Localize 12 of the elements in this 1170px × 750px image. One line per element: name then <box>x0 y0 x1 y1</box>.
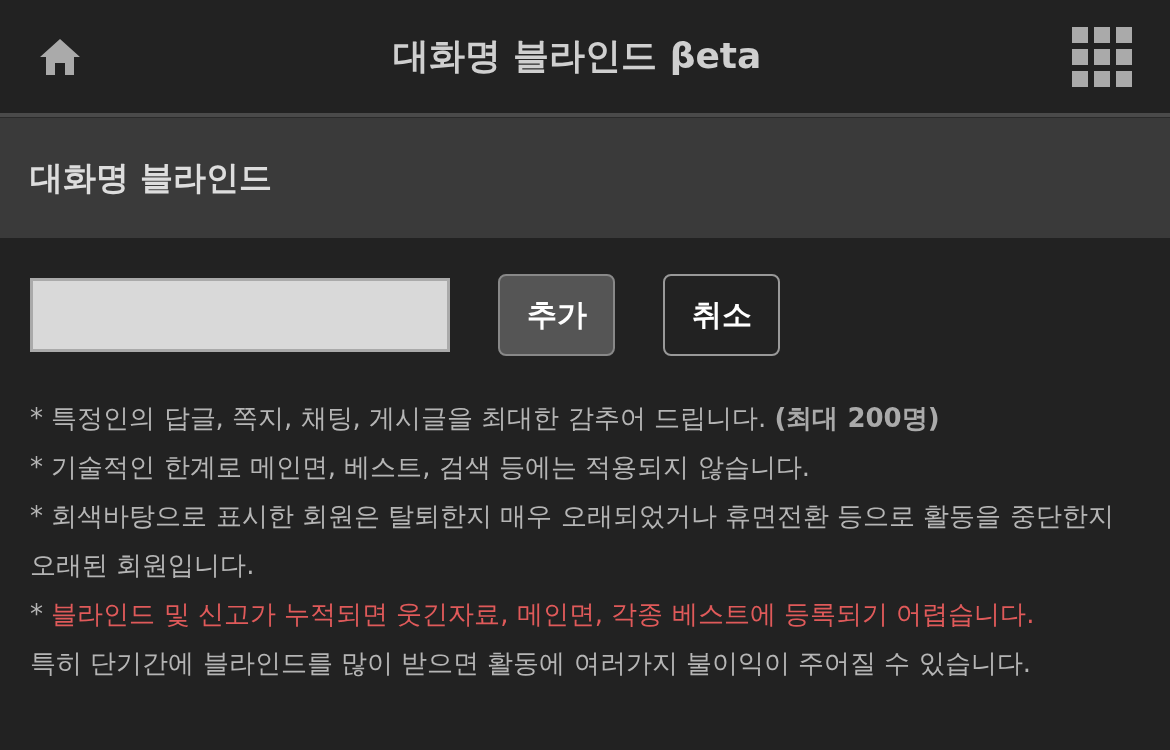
note-text: * 블라인드 및 신고가 누적되면 웃긴자료, 메인면, 각종 베스트에 등록되기 어렵습니다. <box>30 598 1036 631</box>
home-icon[interactable] <box>38 36 82 77</box>
note-text: 특히 단기간에 블라인드를 많이 받으면 활동에 여러가지 불이익이 주어질 수 있습니다. <box>30 647 1032 680</box>
add-button[interactable]: 추가 <box>498 274 615 356</box>
note-text: * 기술적인 한계로 메인면, 베스트, 검색 등에는 적용되지 않습니다. <box>30 451 811 484</box>
app-title: 대화명 블라인드 βeta <box>392 34 762 78</box>
note-text: * 특정인의 답글, 쪽지, 채팅, 게시글을 최대한 감추어 드립니다. (최대 200명) <box>30 402 941 435</box>
grid-menu-icon[interactable] <box>1072 26 1132 87</box>
cancel-button[interactable]: 취소 <box>663 274 780 356</box>
section-title: 대화명 블라인드 <box>30 156 273 199</box>
input-field[interactable] <box>30 278 450 352</box>
note-text: * 회색바탕으로 표시한 회원은 탈퇴한지 매우 오래되었거나 휴면전환 등으로 활동을 중단한지 오래된 회원입니다. <box>30 500 1115 582</box>
